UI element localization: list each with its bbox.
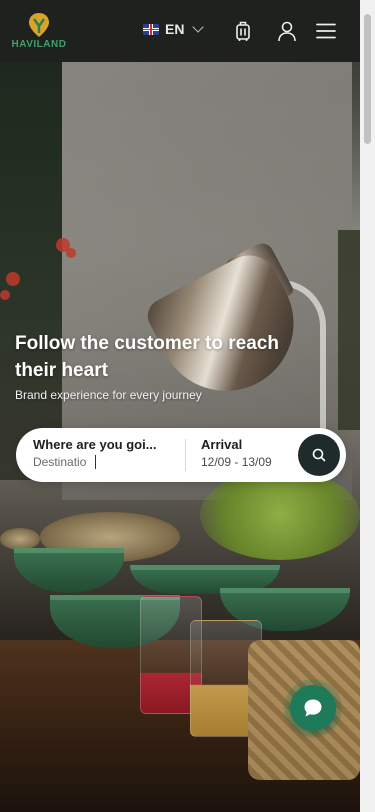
menu-icon[interactable]	[315, 20, 337, 42]
logo-pin-icon	[29, 13, 49, 37]
search-button[interactable]	[298, 434, 340, 476]
destination-label: Where are you goi...	[33, 437, 157, 452]
hero-headline: Follow the customer to reach their heart	[15, 333, 279, 381]
scrollbar-thumb[interactable]	[364, 14, 371, 144]
chat-bubble-icon	[304, 699, 322, 717]
destination-field[interactable]: Where are you goi...	[33, 437, 183, 471]
field-divider	[185, 439, 186, 471]
language-code: EN	[165, 21, 185, 37]
arrival-date-field[interactable]: Arrival 12/09 - 13/09	[201, 437, 301, 469]
brand-logo[interactable]: HAVILAND	[11, 12, 67, 50]
page-scrollbar[interactable]	[360, 0, 375, 812]
page: HAVILAND EN Follow the customer to reach…	[0, 0, 375, 812]
uk-flag-icon	[143, 23, 159, 35]
hero-subline: Brand experience for every journey	[15, 388, 202, 402]
language-selector[interactable]: EN	[143, 21, 205, 37]
logo-text: HAVILAND	[11, 39, 67, 50]
chat-button[interactable]	[290, 685, 336, 731]
arrival-date-value: 12/09 - 13/09	[201, 455, 272, 469]
top-header: HAVILAND EN	[0, 0, 360, 62]
user-icon[interactable]	[276, 20, 298, 42]
destination-input[interactable]	[33, 455, 96, 469]
arrival-label: Arrival	[201, 437, 243, 452]
luggage-icon[interactable]	[232, 20, 254, 42]
search-icon	[312, 448, 326, 462]
chevron-down-icon	[192, 21, 205, 33]
search-bar: Where are you goi... Arrival 12/09 - 13/…	[16, 428, 346, 482]
